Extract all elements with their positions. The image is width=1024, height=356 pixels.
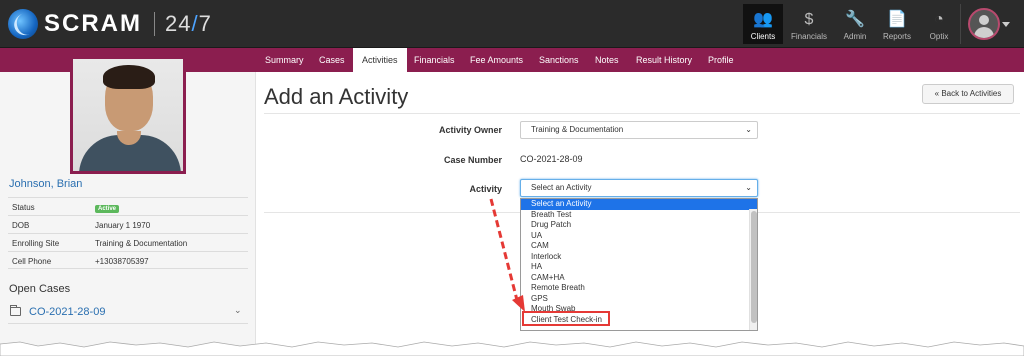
chevron-down-icon: ⌄ — [745, 183, 752, 192]
client-name[interactable]: Johnson, Brian — [9, 178, 82, 190]
detail-row-dob: DOB January 1 1970 — [8, 215, 248, 233]
open-case-link[interactable]: CO-2021-28-09 — [29, 306, 105, 318]
tab-sanctions[interactable]: Sanctions — [531, 48, 587, 72]
nav-divider — [960, 4, 961, 44]
highlight-box-annotation — [522, 311, 610, 326]
activity-option[interactable]: Remote Breath — [521, 283, 757, 294]
detail-value: +13038705397 — [95, 257, 149, 266]
scrollbar-thumb[interactable] — [751, 211, 757, 323]
nav-reports-label: Reports — [882, 32, 911, 41]
tab-profile[interactable]: Profile — [700, 48, 742, 72]
nav-admin-label: Admin — [843, 32, 867, 41]
status-badge: Active — [95, 205, 120, 213]
wrench-icon: 🔧 — [845, 11, 865, 28]
nav-optix-label: Optix — [929, 32, 949, 41]
folder-icon — [10, 305, 21, 316]
top-navbar: SCRAM 24/7 👥 Clients $ Financials 🔧 Admi… — [0, 0, 1024, 48]
chevron-down-icon[interactable]: ⌄ — [234, 305, 242, 316]
tab-notes[interactable]: Notes — [587, 48, 627, 72]
tab-summary[interactable]: Summary — [257, 48, 312, 72]
activity-option[interactable]: HA — [521, 262, 757, 273]
activity-option[interactable]: UA — [521, 231, 757, 242]
activity-owner-select[interactable]: Training & Documentation ⌄ — [520, 121, 758, 139]
tab-result-history[interactable]: Result History — [628, 48, 700, 72]
activity-option[interactable]: Breath Test — [521, 210, 757, 221]
scram-logo-mark-icon — [8, 9, 38, 39]
client-details-table: Status Active DOB January 1 1970 Enrolli… — [8, 197, 248, 269]
tab-activities[interactable]: Activities — [353, 48, 407, 72]
logo-hours-a: 24 — [165, 11, 192, 36]
document-icon: 📄 — [887, 11, 907, 28]
nav-clients-button[interactable]: 👥 Clients — [743, 4, 783, 44]
detail-value: January 1 1970 — [95, 221, 151, 230]
case-number-value: CO-2021-28-09 — [520, 154, 583, 164]
detail-label: Cell Phone — [12, 257, 52, 266]
activity-option[interactable]: Drug Patch — [521, 220, 757, 231]
dashboard-icon: ◔ — [934, 11, 944, 28]
detail-label: Enrolling Site — [12, 239, 60, 248]
activity-label: Activity — [469, 184, 502, 194]
activity-option[interactable]: CAM+HA — [521, 273, 757, 284]
logo-divider — [154, 12, 155, 36]
nav-clients-label: Clients — [750, 32, 776, 41]
logo-hours-b: 7 — [198, 11, 212, 36]
nav-financials-label: Financials — [790, 32, 827, 41]
open-case-row[interactable]: CO-2021-28-09 ⌄ — [8, 302, 248, 324]
activity-option[interactable]: GPS — [521, 294, 757, 305]
detail-label: Status — [12, 203, 35, 212]
activity-owner-value: Training & Documentation — [531, 125, 624, 134]
client-photo — [70, 56, 186, 174]
activity-owner-label: Activity Owner — [438, 125, 502, 135]
case-number-label: Case Number — [443, 155, 502, 165]
scram-logo[interactable]: SCRAM 24/7 — [8, 6, 212, 42]
logo-hours-slash: / — [191, 11, 199, 36]
detail-row-status: Status Active — [8, 197, 248, 215]
detail-row-enrolling-site: Enrolling Site Training & Documentation — [8, 233, 248, 251]
back-to-activities-button[interactable]: « Back to Activities — [922, 84, 1014, 104]
activity-option[interactable]: CAM — [521, 241, 757, 252]
page-title: Add an Activity — [264, 84, 409, 109]
open-cases-heading: Open Cases — [9, 283, 71, 295]
nav-optix-button[interactable]: ◔ Optix — [919, 4, 959, 44]
nav-reports-button[interactable]: 📄 Reports — [877, 4, 917, 44]
torn-edge — [0, 341, 1024, 356]
divider — [264, 113, 1020, 114]
dropdown-scrollbar[interactable] — [749, 209, 757, 330]
detail-value: Training & Documentation — [95, 239, 188, 248]
detail-label: DOB — [12, 221, 30, 230]
users-icon: 👥 — [753, 11, 773, 28]
nav-admin-button[interactable]: 🔧 Admin — [835, 4, 875, 44]
activity-select-value: Select an Activity — [531, 183, 592, 192]
tab-cases[interactable]: Cases — [311, 48, 353, 72]
logo-hours: 24/7 — [165, 11, 212, 37]
chevron-down-icon: ⌄ — [745, 125, 752, 134]
dollar-icon: $ — [804, 11, 814, 28]
activity-option[interactable]: Interlock — [521, 252, 757, 263]
logo-text: SCRAM — [44, 10, 142, 37]
nav-financials-button[interactable]: $ Financials — [789, 4, 829, 44]
chevron-down-icon[interactable] — [1002, 22, 1010, 27]
activity-select[interactable]: Select an Activity ⌄ — [520, 179, 758, 197]
tab-financials[interactable]: Financials — [406, 48, 463, 72]
arrow-shaft — [489, 198, 520, 305]
user-avatar-button[interactable] — [968, 8, 1000, 40]
detail-row-cell-phone: Cell Phone +13038705397 — [8, 251, 248, 269]
tab-fee-amounts[interactable]: Fee Amounts — [462, 48, 531, 72]
activity-option[interactable]: Select an Activity — [521, 199, 757, 210]
